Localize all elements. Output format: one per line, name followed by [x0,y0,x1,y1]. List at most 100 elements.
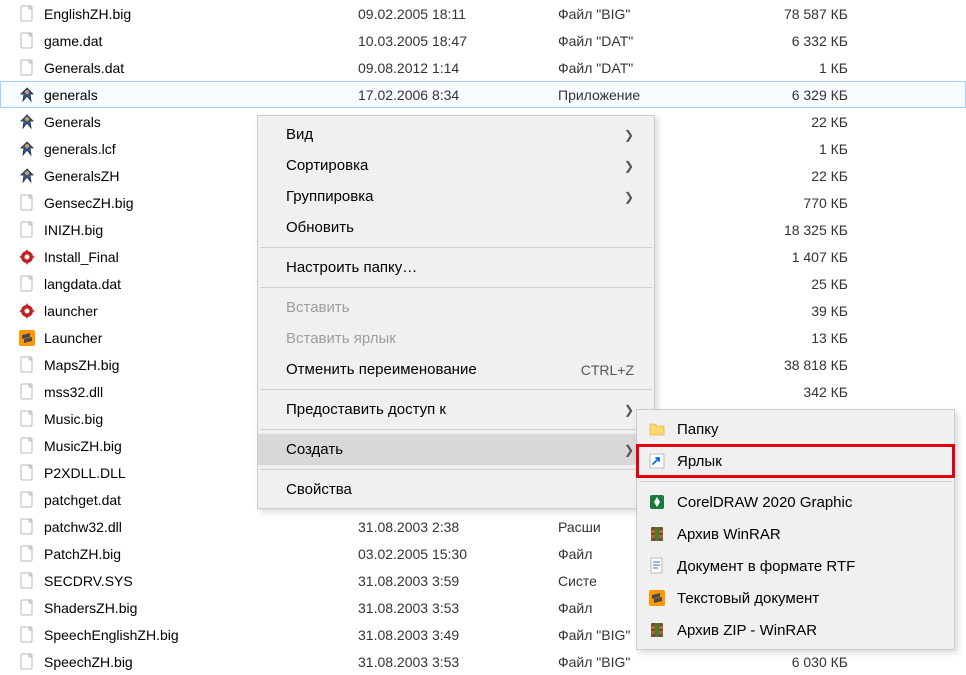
rtf-icon [647,556,667,576]
file-name: GensecZH.big [44,195,133,211]
winrar-icon [647,620,667,640]
file-icon [18,572,36,590]
eagle-icon [18,140,36,158]
file-name: patchw32.dll [44,519,122,535]
corel-icon [647,492,667,512]
menu-label: Свойства [286,481,352,498]
separator [260,469,652,470]
menu-refresh[interactable]: Обновить [258,212,654,243]
sublime-icon [647,588,667,608]
chevron-right-icon: ❯ [624,403,634,417]
file-size: 25 КБ [758,276,858,292]
file-name: generals [44,87,98,103]
file-row[interactable]: EnglishZH.big 09.02.2005 18:11Файл "BIG"7… [0,0,966,27]
submenu-label: Документ в формате RTF [677,558,855,575]
file-row[interactable]: SpeechZH.big31.08.2003 3:53Файл "BIG"6 0… [0,648,966,675]
chevron-right-icon: ❯ [624,128,634,142]
file-size: 38 818 КБ [758,357,858,373]
file-size: 770 КБ [758,195,858,211]
file-icon [18,275,36,293]
file-name: SECDRV.SYS [44,573,133,589]
submenu-zip[interactable]: Архив ZIP - WinRAR [637,614,954,646]
file-icon [18,32,36,50]
gear-red-icon [18,302,36,320]
menu-label: Группировка [286,188,373,205]
submenu-label: Архив WinRAR [677,526,781,543]
file-name: SpeechZH.big [44,654,133,670]
file-size: 78 587 КБ [758,6,858,22]
shortcut-label: CTRL+Z [581,362,634,378]
submenu-folder[interactable]: Папку [637,413,954,445]
file-size: 1 КБ [758,141,858,157]
file-size: 39 КБ [758,303,858,319]
chevron-right-icon: ❯ [624,190,634,204]
submenu-winrar[interactable]: Архив WinRAR [637,518,954,550]
file-row[interactable]: generals17.02.2006 8:34Приложение6 329 К… [0,81,966,108]
menu-label: Предоставить доступ к [286,401,446,418]
file-name: MusicZH.big [44,438,122,454]
menu-label: Вставить [286,299,350,316]
menu-customize-folder[interactable]: Настроить папку… [258,252,654,283]
menu-create[interactable]: Создать ❯ [258,434,654,465]
menu-grant-access[interactable]: Предоставить доступ к ❯ [258,394,654,425]
menu-paste-shortcut: Вставить ярлык [258,323,654,354]
file-icon [18,518,36,536]
file-icon [18,221,36,239]
submenu-label: Папку [677,421,718,438]
file-type: Файл "DAT" [558,33,758,49]
file-name: launcher [44,303,98,319]
file-date: 09.08.2012 1:14 [358,60,558,76]
file-size: 13 КБ [758,330,858,346]
file-size: 22 КБ [758,168,858,184]
file-type: Файл "BIG" [558,654,758,670]
menu-label: Настроить папку… [286,259,417,276]
file-name: Install_Final [44,249,119,265]
file-name: patchget.dat [44,492,121,508]
menu-undo-rename[interactable]: Отменить переименование CTRL+Z [258,354,654,385]
file-date: 17.02.2006 8:34 [358,87,558,103]
file-date: 09.02.2005 18:11 [358,6,558,22]
file-type: Приложение [558,87,758,103]
submenu-create[interactable]: Папку Ярлык CorelDRAW 2020 Graphic Архив… [636,409,955,650]
submenu-label: Архив ZIP - WinRAR [677,622,817,639]
winrar-icon [647,524,667,544]
file-name: generals.lcf [44,141,116,157]
file-name: SpeechEnglishZH.big [44,627,179,643]
menu-sort[interactable]: Сортировка ❯ [258,150,654,181]
menu-label: Сортировка [286,157,368,174]
file-name: P2XDLL.DLL [44,465,126,481]
file-row[interactable]: Generals.dat09.08.2012 1:14Файл "DAT"1 К… [0,54,966,81]
file-name: PatchZH.big [44,546,121,562]
submenu-rtf[interactable]: Документ в формате RTF [637,550,954,582]
context-menu[interactable]: Вид ❯ Сортировка ❯ Группировка ❯ Обновит… [257,115,655,509]
file-icon [18,464,36,482]
file-name: MapsZH.big [44,357,119,373]
file-row[interactable]: game.dat10.03.2005 18:47Файл "DAT"6 332 … [0,27,966,54]
file-name: INIZH.big [44,222,103,238]
submenu-coreldraw[interactable]: CorelDRAW 2020 Graphic [637,486,954,518]
file-icon [18,626,36,644]
separator [260,247,652,248]
submenu-shortcut[interactable]: Ярлык [637,445,954,477]
file-size: 6 332 КБ [758,33,858,49]
file-type: Файл "BIG" [558,6,758,22]
menu-view[interactable]: Вид ❯ [258,119,654,150]
gear-red-icon [18,248,36,266]
file-name: EnglishZH.big [44,6,131,22]
folder-icon [647,419,667,439]
file-name: Launcher [44,330,102,346]
file-icon [18,653,36,671]
submenu-label: Ярлык [677,453,722,470]
menu-label: Вид [286,126,313,143]
file-icon [18,194,36,212]
file-icon [18,599,36,617]
file-name: Generals [44,114,101,130]
menu-properties[interactable]: Свойства [258,474,654,505]
menu-paste: Вставить [258,292,654,323]
menu-group[interactable]: Группировка ❯ [258,181,654,212]
submenu-text-doc[interactable]: Текстовый документ [637,582,954,614]
file-size: 18 325 КБ [758,222,858,238]
file-icon [18,59,36,77]
file-name: GeneralsZH [44,168,119,184]
file-size: 1 407 КБ [758,249,858,265]
